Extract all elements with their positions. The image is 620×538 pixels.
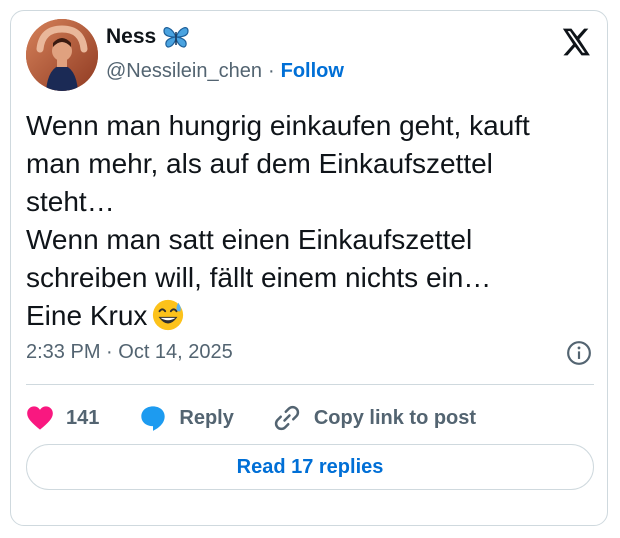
author-handle[interactable]: @Nessilein_chen <box>106 60 262 83</box>
heart-icon <box>27 406 53 430</box>
link-icon <box>274 405 299 431</box>
tweet-body: Wenn man hungrig einkaufen geht, kauft m… <box>26 110 530 331</box>
avatar[interactable] <box>26 19 98 91</box>
like-count: 141 <box>66 406 100 429</box>
follow-link[interactable]: Follow <box>281 60 344 83</box>
x-logo-icon[interactable] <box>558 26 592 58</box>
separator: · <box>267 60 275 82</box>
handle-row: @Nessilein_chen · Follow <box>106 60 344 83</box>
copy-link-button[interactable]: Copy link to post <box>272 403 476 433</box>
read-replies-button[interactable]: Read 17 replies <box>26 444 594 490</box>
butterfly-icon <box>163 27 189 48</box>
timestamp[interactable]: 2:33 PM · Oct 14, 2025 <box>26 341 233 364</box>
tweet-text: Wenn man hungrig einkaufen geht, kauft m… <box>26 107 586 335</box>
action-bar: 141 Reply Copy link to post <box>26 396 476 440</box>
author-name-row: Ness <box>106 25 190 49</box>
reply-bubble-icon <box>141 406 166 431</box>
divider <box>26 384 594 385</box>
grinning-sweat-emoji-icon <box>153 299 184 331</box>
info-icon[interactable] <box>566 340 592 366</box>
reply-button[interactable]: Reply <box>139 404 234 432</box>
author-name[interactable]: Ness <box>106 25 156 49</box>
reply-label: Reply <box>179 406 234 429</box>
like-button[interactable]: 141 <box>26 405 99 431</box>
copy-link-label: Copy link to post <box>313 406 477 429</box>
